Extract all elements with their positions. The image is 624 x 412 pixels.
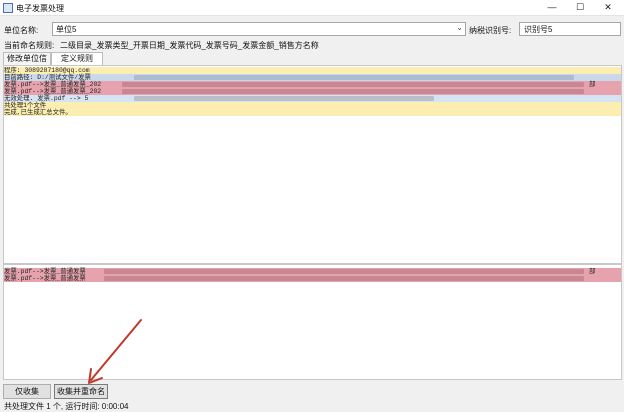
collect-and-rename-button[interactable]: 收集并重命名 — [54, 384, 108, 399]
window-title: 电子发票处理 — [16, 4, 64, 13]
naming-rule-value: 二级目录_发票类型_开票日期_发票代码_发票号码_发票金额_销售方名称 — [60, 41, 319, 50]
tab-define-rule[interactable]: 定义规则 — [51, 52, 103, 65]
result-line-tail: 部 — [589, 268, 596, 275]
chevron-down-icon[interactable]: ⌄ — [456, 23, 463, 32]
log-line: 发票.pdf-->发票_普通发票_202 — [4, 88, 621, 95]
log-line: 完成,已生成汇总文件。 — [4, 109, 621, 116]
unit-select[interactable]: 单位5 ⌄ — [52, 22, 466, 36]
result-panel[interactable]: 发票.pdf-->发票_普通发票 部 发票.pdf-->发票_普通发票 — [3, 264, 622, 380]
title-bar: 电子发票处理 — ☐ ✕ — [0, 0, 624, 16]
log-line: 目前路径: D:/测试文件/发票 — [4, 74, 621, 81]
redacted-block — [104, 276, 584, 281]
close-icon[interactable]: ✕ — [596, 0, 620, 14]
log-line-text: 程序: 3089287180@qq.com — [4, 67, 90, 74]
log-line-text: 发票.pdf-->发票_普通发票_202 — [4, 88, 102, 95]
tab-edit-unit[interactable]: 修改单位信息 — [3, 52, 51, 75]
taxid-value: 识别号5 — [524, 25, 553, 34]
log-line-text: 无效处理. 发票.pdf --> 5 — [4, 95, 89, 102]
taxid-label: 纳税识别号: — [469, 26, 512, 35]
redacted-block — [122, 89, 584, 94]
redacted-block — [134, 75, 574, 80]
unit-name-label: 单位名称: — [4, 26, 39, 35]
log-line-text: 目前路径: D:/测试文件/发票 — [4, 74, 91, 81]
result-line-text: 发票.pdf-->发票_普通发票 — [4, 275, 86, 282]
log-line: 无效处理. 发票.pdf --> 5 — [4, 95, 621, 102]
log-line: 发票.pdf-->发票_普通发票_202 部 — [4, 81, 621, 88]
collect-only-button[interactable]: 仅收集 — [3, 384, 51, 399]
redacted-block — [134, 96, 434, 101]
maximize-icon[interactable]: ☐ — [568, 0, 592, 14]
log-panel[interactable]: 程序: 3089287180@qq.com 目前路径: D:/测试文件/发票 发… — [3, 65, 622, 264]
result-line: 发票.pdf-->发票_普通发票 — [4, 275, 621, 282]
result-line: 发票.pdf-->发票_普通发票 部 — [4, 268, 621, 275]
log-line: 共处理1个文件 — [4, 102, 621, 109]
unit-select-value: 单位5 — [56, 25, 77, 34]
log-line-text: 完成,已生成汇总文件。 — [4, 109, 72, 116]
result-line-text: 发票.pdf-->发票_普通发票 — [4, 268, 86, 275]
status-text: 共处理文件 1 个, 运行时间: 0:00:04 — [4, 402, 129, 411]
redacted-block — [122, 82, 584, 87]
naming-rule-label: 当前命名规则: — [4, 41, 55, 50]
log-line-text: 共处理1个文件 — [4, 102, 47, 109]
log-line-tail: 部 — [589, 81, 596, 88]
redacted-block — [104, 269, 584, 274]
log-line-text: 发票.pdf-->发票_普通发票_202 — [4, 81, 102, 88]
minimize-icon[interactable]: — — [540, 0, 564, 14]
log-line: 程序: 3089287180@qq.com — [4, 67, 621, 74]
taxid-field[interactable]: 识别号5 — [519, 22, 621, 36]
app-icon — [3, 3, 13, 13]
